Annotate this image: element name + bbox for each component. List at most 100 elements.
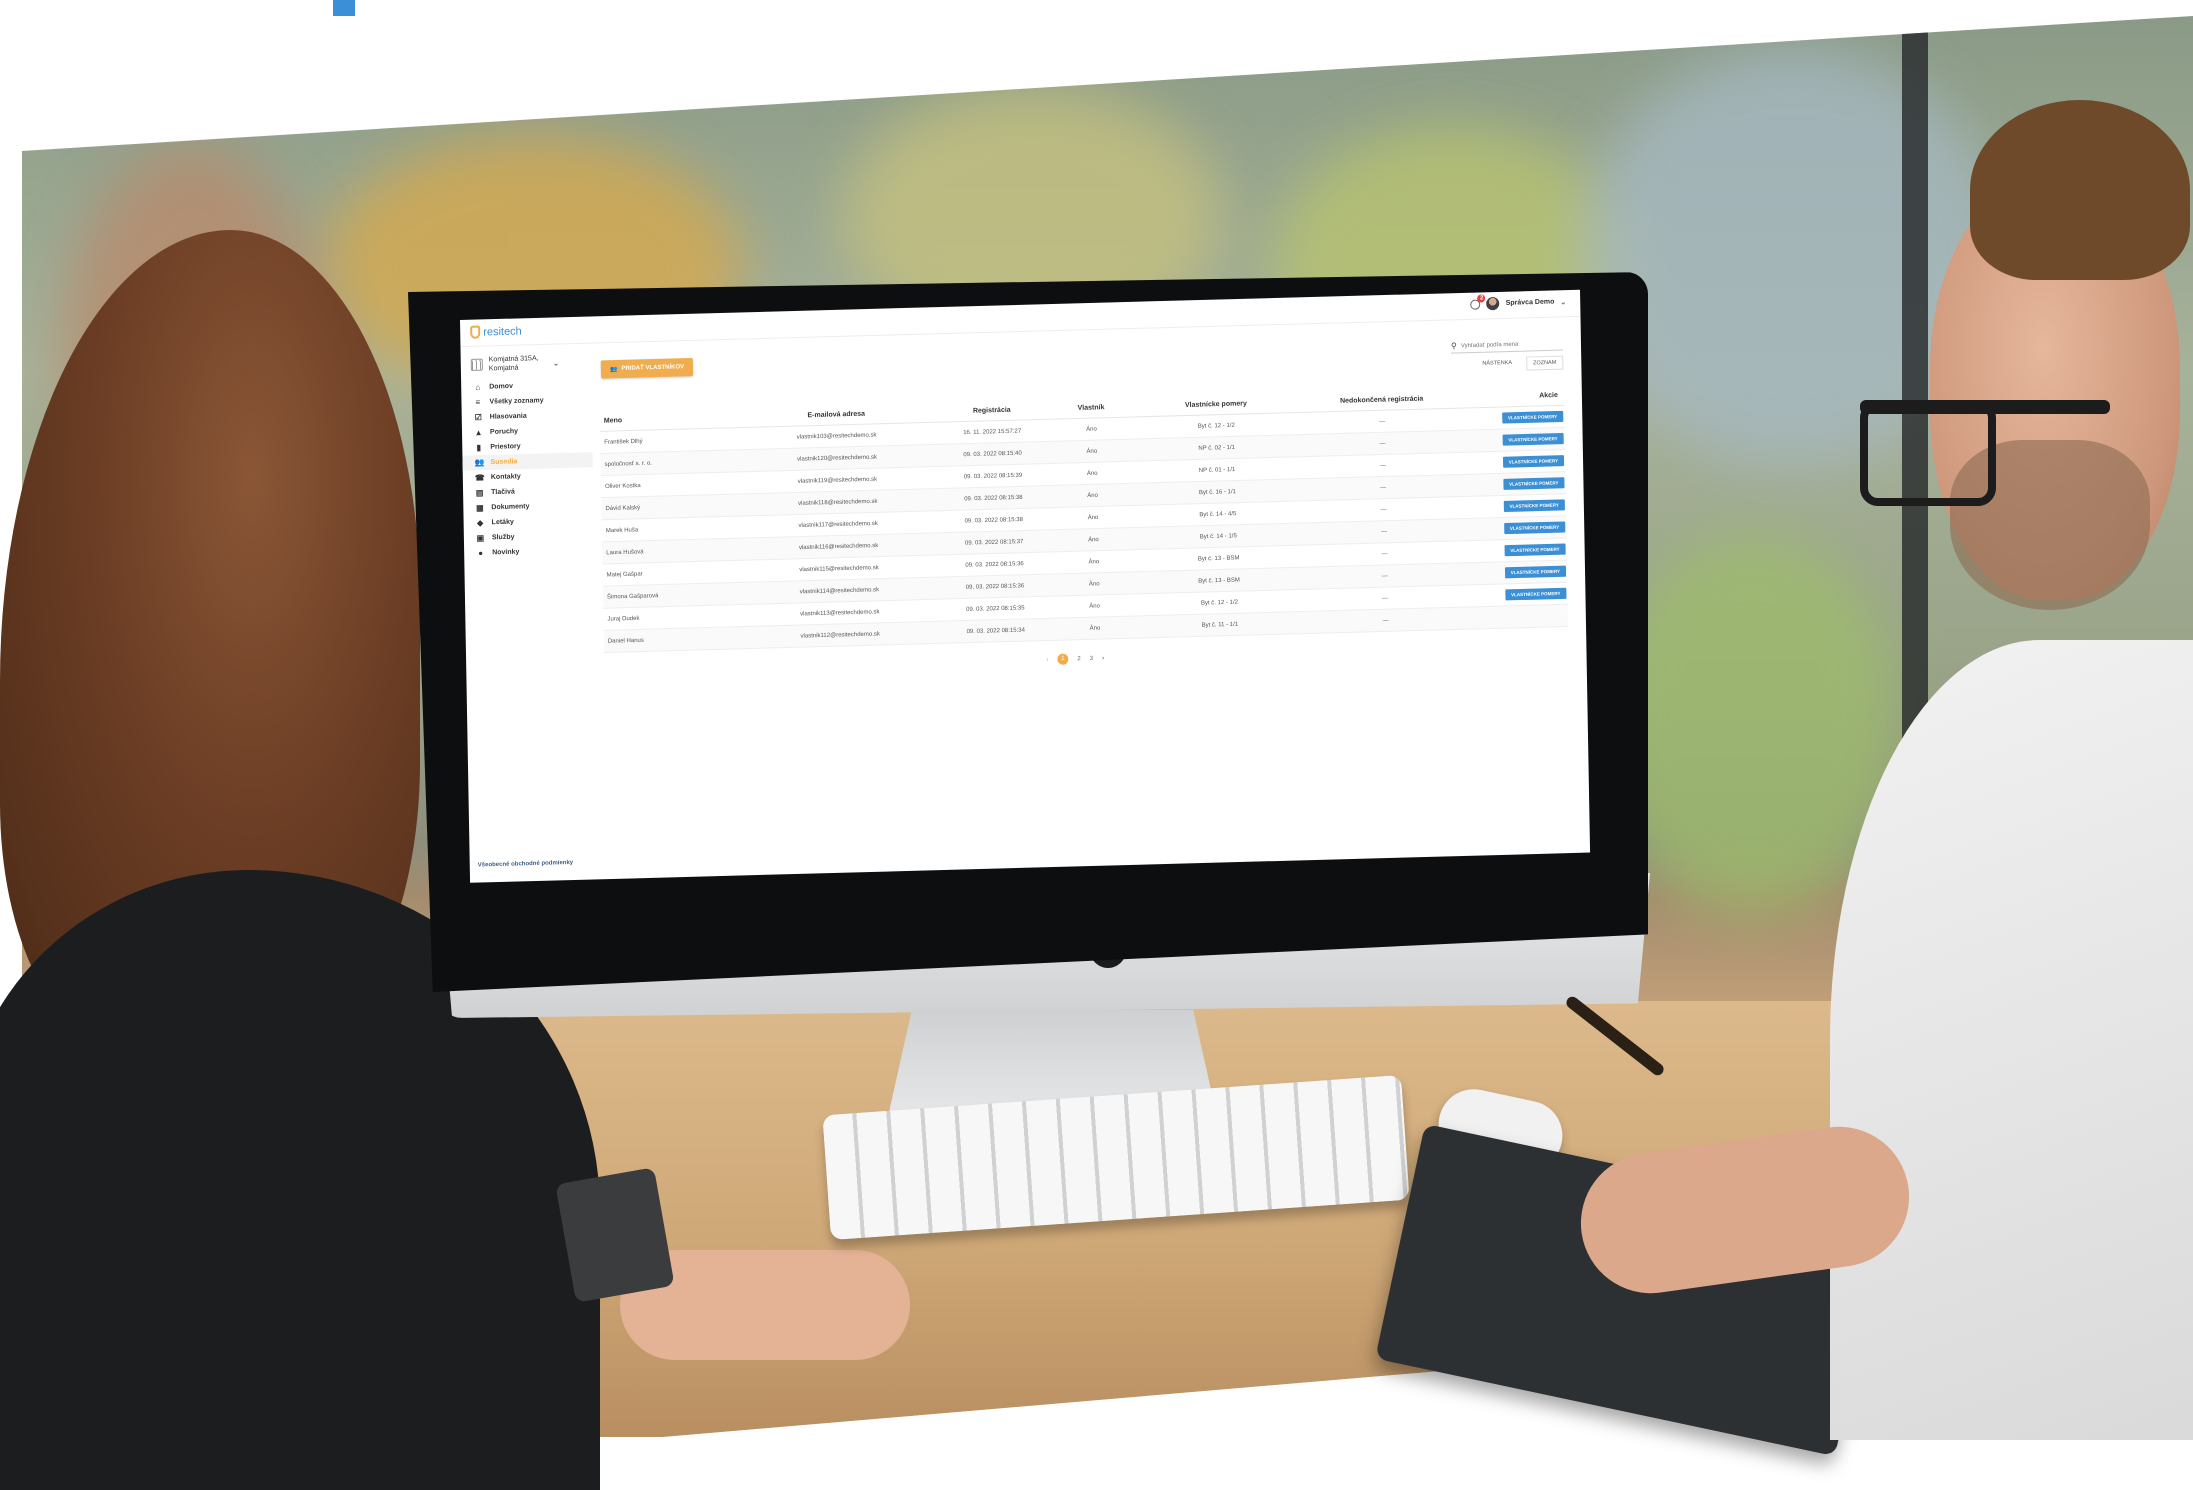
sidebar-item-label: Tlačivá [491,488,515,497]
phone [555,1167,675,1303]
cell-actions: VLASTNÍCKE POMERY [1467,560,1568,585]
notification-badge: 2 [1477,293,1486,303]
add-owners-label: PRIDAŤ VLASTNÍKOV [621,364,685,372]
user-menu[interactable]: 2 Správca Demo ⌄ [1470,293,1567,311]
add-owners-button[interactable]: 👥 PRIDAŤ VLASTNÍKOV [600,357,694,379]
search-icon: ⚲ [1450,341,1457,351]
cell-owner: Áno [1049,416,1134,442]
cell-registration: 09. 03. 2022 08:15:36 [937,551,1053,578]
cell-actions: VLASTNÍCKE POMERY [1464,405,1565,431]
corner-accent [333,0,355,16]
ownership-button[interactable]: VLASTNÍCKE POMERY [1504,587,1567,601]
cell-pending: — [1302,606,1469,634]
page-3[interactable]: 3 [1090,655,1093,661]
sidebar-item-label: Novinky [492,548,520,557]
sidebar-item-11[interactable]: ● Novinky [464,543,594,562]
cell-registration: 09. 03. 2022 08:15:40 [935,441,1051,467]
logo[interactable]: resitech [470,324,522,339]
logo-text: resitech [483,324,522,338]
sidebar-item-label: Kontakty [490,473,521,482]
ownership-button[interactable]: VLASTNÍCKE POMERY [1503,477,1565,490]
main-content: 👥 PRIDAŤ VLASTNÍKOV ⚲ NÁSTENKA ZOZNAM Me… [590,316,1590,879]
ownership-button[interactable]: VLASTNÍCKE POMERY [1504,543,1566,557]
cell-registration: 09. 03. 2022 08:15:38 [936,507,1052,533]
contacts-icon: ☎ [474,473,485,483]
cell-owner: Áno [1050,483,1135,508]
building-line-1: Komjatná 315A, [488,355,539,364]
col-owner[interactable]: Vlastník [1048,396,1134,420]
ownership-button[interactable]: VLASTNÍCKE POMERY [1504,565,1567,579]
sidebar-item-label: Susedia [490,458,518,466]
news-icon: ● [478,548,484,558]
next-page-icon[interactable]: › [1102,655,1104,661]
chevron-down-icon[interactable]: ⌄ [1560,298,1566,306]
ownership-button[interactable]: VLASTNÍCKE POMERY [1503,521,1566,535]
cell-registration: 09. 03. 2022 08:15:38 [935,485,1051,511]
prev-page-icon[interactable]: ‹ [1046,657,1048,663]
owners-table: Meno E-mailová adresa Registrácia Vlastn… [599,384,1569,653]
cell-actions: VLASTNÍCKE POMERY [1465,449,1566,475]
cell-name: Daniel Hanus [603,626,743,653]
cell-registration: 09. 03. 2022 08:15:39 [935,463,1051,489]
sidebar-nav: ⌂ Domov ≡ Všetky zoznamy ☑ Hlasovania ▲ Poruchy… [461,377,594,561]
sidebar-item-label: Všetky zoznamy [489,397,544,406]
building-name: Komjatná 315A, Komjatná [489,354,539,373]
building-icon [470,358,483,371]
cell-owner: Áno [1050,461,1135,486]
view-list-button[interactable]: ZOZNAM [1525,355,1564,371]
cell-actions: VLASTNÍCKE POMERY [1465,471,1566,497]
sidebar-item-label: Priestory [490,443,521,451]
notification-bell-icon[interactable]: 2 [1470,293,1486,310]
forms-icon: ▤ [475,488,484,498]
cell-ownership: Byt č. 11 - 1/1 [1136,611,1303,639]
sidebar-item-label: Domov [489,382,514,391]
list-icon: ≡ [475,397,481,408]
cell-actions: VLASTNÍCKE POMERY [1467,582,1568,607]
view-switch: NÁSTENKA ZOZNAM [1476,355,1564,372]
cell-registration: 09. 03. 2022 08:15:34 [938,618,1054,644]
cell-owner: Áno [1051,527,1136,552]
door-icon: ▮ [476,443,482,453]
building-selector[interactable]: Komjatná 315A, Komjatná ⌄ [470,353,591,374]
person-right [1571,100,2193,1440]
ownership-button[interactable]: VLASTNÍCKE POMERY [1501,410,1564,424]
view-board-button[interactable]: NÁSTENKA [1476,357,1518,372]
user-name[interactable]: Správca Demo [1506,298,1555,306]
page-2[interactable]: 2 [1077,656,1080,662]
terms-link[interactable]: Všeobecné obchodné podmienky [478,860,573,869]
cell-owner: Áno [1052,593,1137,619]
app-screen: resitech 2 Správca Demo ⌄ Komjatná 315A,… [460,289,1591,883]
cell-registration: 09. 03. 2022 08:15:35 [937,596,1053,622]
ownership-button[interactable]: VLASTNÍCKE POMERY [1503,499,1565,513]
sidebar-item-label: Dokumenty [491,503,530,512]
chevron-down-icon[interactable]: ⌄ [553,358,560,367]
sidebar-item-label: Hlasovania [489,412,527,421]
cell-owner: Áno [1051,549,1136,574]
ownership-button[interactable]: VLASTNÍCKE POMERY [1502,432,1564,446]
page-1[interactable]: 1 [1057,653,1069,665]
sidebar: Komjatná 315A, Komjatná ⌄ ⌂ Domov ≡ Všetky … [460,343,600,883]
cell-actions: VLASTNÍCKE POMERY [1466,515,1567,541]
cell-registration: 16. 11. 2022 15:57:27 [934,419,1050,445]
sidebar-item-label: Poruchy [489,428,519,436]
warning-icon: ▲ [474,427,483,438]
document-icon: ▦ [476,503,484,513]
cell-actions: VLASTNÍCKE POMERY [1466,493,1567,519]
building-line-2: Komjatná [488,364,519,373]
search-box[interactable]: ⚲ [1450,336,1564,354]
cell-actions: VLASTNÍCKE POMERY [1465,427,1565,453]
col-actions: Akcie [1464,384,1565,408]
home-icon: ⌂ [475,382,481,392]
ownership-button[interactable]: VLASTNÍCKE POMERY [1502,455,1565,468]
table-body: František Dlhý vlastnik103@resitechdemo.s… [600,405,1569,653]
services-icon: ▣ [476,533,485,543]
add-user-icon: 👥 [609,366,618,373]
cell-actions [1468,604,1569,630]
cell-actions: VLASTNÍCKE POMERY [1467,537,1567,563]
cell-owner: Áno [1052,615,1138,641]
cell-owner: Áno [1052,571,1137,597]
ballot-icon: ☑ [474,412,482,423]
people-icon: 👥 [474,458,485,468]
avatar[interactable] [1486,296,1500,311]
search-input[interactable] [1460,340,1557,349]
